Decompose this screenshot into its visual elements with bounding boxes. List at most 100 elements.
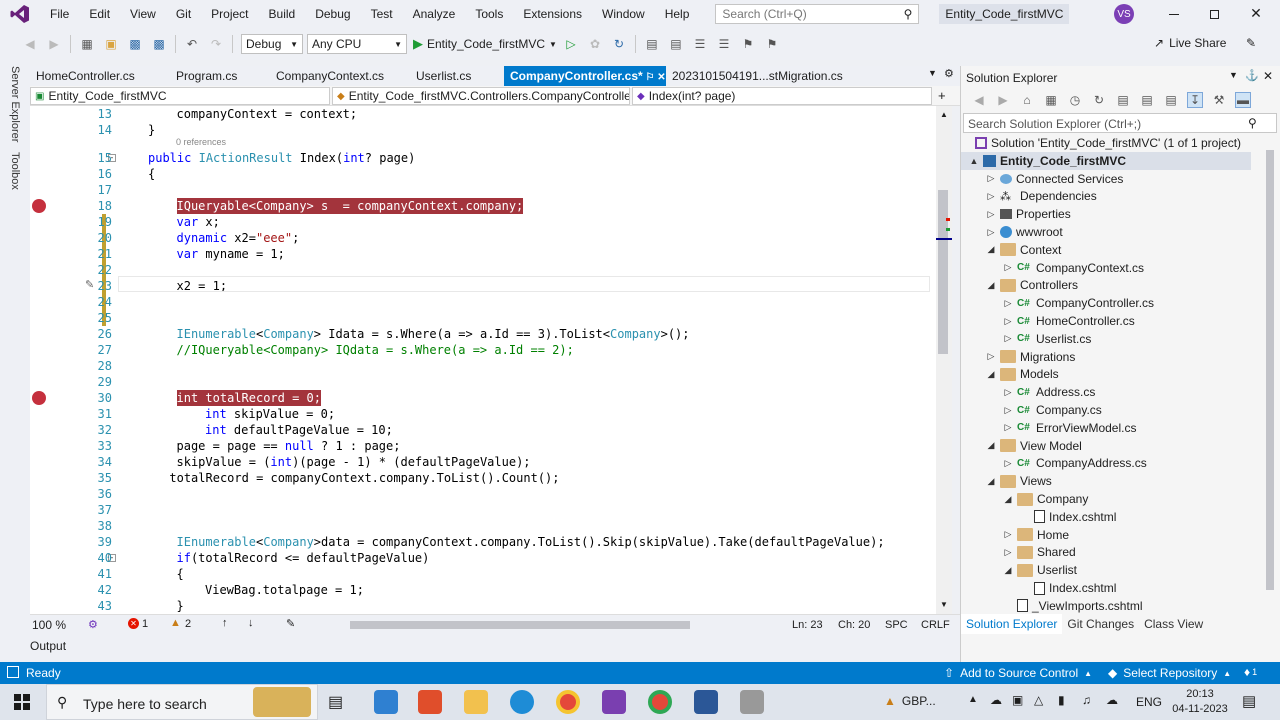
solution-search-box[interactable]: Search Solution Explorer (Ctrl+;) ⚲ bbox=[963, 113, 1277, 133]
tree-item-homecontroller-cs[interactable]: ▷ C# HomeController.cs bbox=[1003, 312, 1135, 330]
code-line[interactable]: 43} bbox=[30, 598, 936, 614]
clock[interactable]: 20:13 04-11-2023 bbox=[1172, 687, 1228, 717]
network-icon[interactable]: ☁ bbox=[990, 693, 1002, 707]
code-line[interactable]: 39 IEnumerable<Company>data = companyCont… bbox=[30, 534, 936, 550]
windows-start-icon[interactable] bbox=[14, 694, 30, 710]
battery-icon[interactable]: ▮ bbox=[1058, 693, 1065, 707]
save-all-icon[interactable]: ▩ bbox=[151, 36, 167, 52]
tree-scroll-thumb[interactable] bbox=[1266, 150, 1274, 590]
split-editor-icon[interactable]: + bbox=[938, 88, 946, 103]
expand-toggle-icon[interactable]: ▲ bbox=[969, 156, 979, 166]
onedrive-icon[interactable]: ☁ bbox=[1106, 693, 1118, 707]
expand-toggle-icon[interactable]: ▷ bbox=[1003, 547, 1013, 558]
pin-icon[interactable]: ⚓ bbox=[1245, 69, 1259, 82]
save-icon[interactable]: ▩ bbox=[127, 36, 143, 52]
tree-item-userlist-cs[interactable]: ▷ C# Userlist.cs bbox=[1003, 330, 1092, 348]
code-line[interactable]: 14} bbox=[30, 122, 936, 138]
start-without-debugging-icon[interactable]: ▷ bbox=[563, 36, 579, 52]
expand-toggle-icon[interactable]: ▷ bbox=[986, 209, 996, 220]
refresh-icon[interactable]: ↻ bbox=[611, 36, 627, 52]
code-line[interactable]: 27 //IQueryable<Company> IQdata = s.Where… bbox=[30, 342, 936, 358]
expand-toggle-icon[interactable]: ▷ bbox=[1003, 333, 1013, 344]
bottom-tab-class-view[interactable]: Class View bbox=[1139, 614, 1208, 634]
select-repository-button[interactable]: ◆ Select Repository ▲ bbox=[1108, 666, 1231, 680]
menu-build[interactable]: Build bbox=[259, 7, 306, 21]
office-app-icon[interactable] bbox=[418, 690, 442, 714]
output-tab[interactable]: Output bbox=[30, 639, 66, 653]
platform-dropdown[interactable]: Any CPU ▼ bbox=[307, 34, 407, 54]
code-line[interactable]: -15 public IActionResult Index(int? page) bbox=[30, 150, 936, 166]
health-icon[interactable]: ⚙ bbox=[88, 618, 98, 631]
code-line[interactable]: 29 bbox=[30, 374, 936, 390]
bottom-tab-solution-explorer[interactable]: Solution Explorer bbox=[961, 614, 1063, 634]
align-icon[interactable]: ☰ bbox=[692, 36, 708, 52]
server-explorer-tab[interactable]: Server Explorer bbox=[9, 66, 21, 142]
code-line[interactable]: -40 if(totalRecord <= defaultPageValue) bbox=[30, 550, 936, 566]
panel-close-icon[interactable]: ✕ bbox=[1263, 69, 1273, 83]
tree-item-views[interactable]: ◢ Views bbox=[986, 472, 1052, 490]
notification-center-icon[interactable]: ▤ bbox=[1242, 692, 1256, 710]
tab-overflow-icon[interactable]: ▼ bbox=[928, 68, 937, 78]
forward-icon[interactable]: ▶ bbox=[46, 36, 62, 52]
tree-item-migrations[interactable]: ▷ Migrations bbox=[986, 348, 1076, 366]
expand-toggle-icon[interactable]: ▷ bbox=[1003, 405, 1013, 416]
preview-selected-icon[interactable]: ▬ bbox=[1235, 92, 1251, 108]
horizontal-scrollbar[interactable] bbox=[336, 621, 770, 629]
code-line[interactable]: 20 dynamic x2="eee"; bbox=[30, 230, 936, 246]
member-dropdown[interactable]: ◆ Index(int? page) bbox=[632, 87, 932, 105]
forward-icon[interactable]: ▶ bbox=[995, 92, 1011, 108]
code-editor[interactable]: 0 references 13 companyContext = context;… bbox=[30, 106, 936, 614]
breakpoint-icon[interactable] bbox=[32, 199, 46, 213]
feedback-icon[interactable]: ✎ bbox=[1246, 36, 1256, 50]
menu-test[interactable]: Test bbox=[361, 7, 403, 21]
class-dropdown[interactable]: ◆ Entity_Code_firstMVC.Controllers.Compa… bbox=[332, 87, 630, 105]
expand-toggle-icon[interactable]: ▷ bbox=[986, 191, 996, 202]
back-icon[interactable]: ◀ bbox=[971, 92, 987, 108]
expand-toggle-icon[interactable]: ◢ bbox=[1003, 494, 1013, 505]
char-position-indicator[interactable]: Ch: 20 bbox=[838, 619, 870, 631]
previous-issue-icon[interactable]: ↑ bbox=[222, 617, 228, 629]
bookmark-nav-icon[interactable]: ⚑ bbox=[764, 36, 780, 52]
tree-item-userlist[interactable]: ◢ Userlist bbox=[1003, 561, 1077, 579]
language-indicator[interactable]: ENG bbox=[1136, 695, 1162, 709]
code-line[interactable]: 21 var myname = 1; bbox=[30, 246, 936, 262]
configuration-dropdown[interactable]: Debug ▼ bbox=[241, 34, 303, 54]
chrome-app-icon[interactable] bbox=[556, 690, 580, 714]
meet-icon[interactable]: ▣ bbox=[1012, 693, 1023, 707]
maximize-button[interactable] bbox=[1206, 6, 1222, 22]
editor-vertical-scrollbar[interactable]: ▲ ▼ bbox=[936, 106, 952, 614]
vscode-app-icon[interactable] bbox=[374, 690, 398, 714]
tab-companycontext-cs[interactable]: CompanyContext.cs bbox=[270, 66, 410, 86]
code-line[interactable]: 30 int totalRecord = 0; bbox=[30, 390, 936, 406]
tab-pin-close-icon[interactable]: ⚐ ✕ bbox=[643, 72, 665, 83]
browse-icon[interactable]: ▤ bbox=[644, 36, 660, 52]
home-icon[interactable]: ⌂ bbox=[1019, 92, 1035, 108]
tree-item-wwwroot[interactable]: ▷ wwwroot bbox=[986, 223, 1063, 241]
stock-widget[interactable]: ▲ GBP... bbox=[884, 694, 936, 708]
user-avatar[interactable]: VS bbox=[1114, 4, 1134, 24]
task-view-icon[interactable]: ▤ bbox=[328, 692, 343, 712]
tray-overflow-icon[interactable]: ▲ bbox=[968, 694, 978, 705]
show-all-files-icon[interactable]: ▤ bbox=[1139, 92, 1155, 108]
tree-item-index-cshtml[interactable]: Index.cshtml bbox=[1020, 508, 1116, 526]
search-box[interactable]: Search (Ctrl+Q) ⚲ bbox=[715, 4, 920, 24]
open-folder-icon[interactable]: ▣ bbox=[103, 36, 119, 52]
error-count[interactable]: 1 bbox=[142, 618, 148, 630]
sync-icon[interactable]: ↻ bbox=[1091, 92, 1107, 108]
expand-toggle-icon[interactable]: ◢ bbox=[986, 476, 996, 487]
breakpoint-icon[interactable] bbox=[32, 391, 46, 405]
chrome-profile-app-icon[interactable] bbox=[648, 690, 672, 714]
expand-toggle-icon[interactable]: ◢ bbox=[1003, 565, 1013, 576]
menu-project[interactable]: Project bbox=[201, 7, 258, 21]
code-line[interactable]: 34 skipValue = (int)(page - 1) * (default… bbox=[30, 454, 936, 470]
redo-icon[interactable]: ↷ bbox=[208, 36, 224, 52]
menu-help[interactable]: Help bbox=[655, 7, 700, 21]
tree-scrollbar[interactable] bbox=[1265, 136, 1275, 614]
code-cleanup-icon[interactable]: ✎ bbox=[286, 617, 295, 630]
tree-item-company-cs[interactable]: ▷ C# Company.cs bbox=[1003, 401, 1102, 419]
file-explorer-app-icon[interactable] bbox=[464, 690, 488, 714]
code-line[interactable]: 31 int skipValue = 0; bbox=[30, 406, 936, 422]
tree-item-viewimports-cshtml[interactable]: _ViewImports.cshtml bbox=[1003, 597, 1142, 615]
back-icon[interactable]: ◀ bbox=[22, 36, 38, 52]
menu-analyze[interactable]: Analyze bbox=[403, 7, 466, 21]
